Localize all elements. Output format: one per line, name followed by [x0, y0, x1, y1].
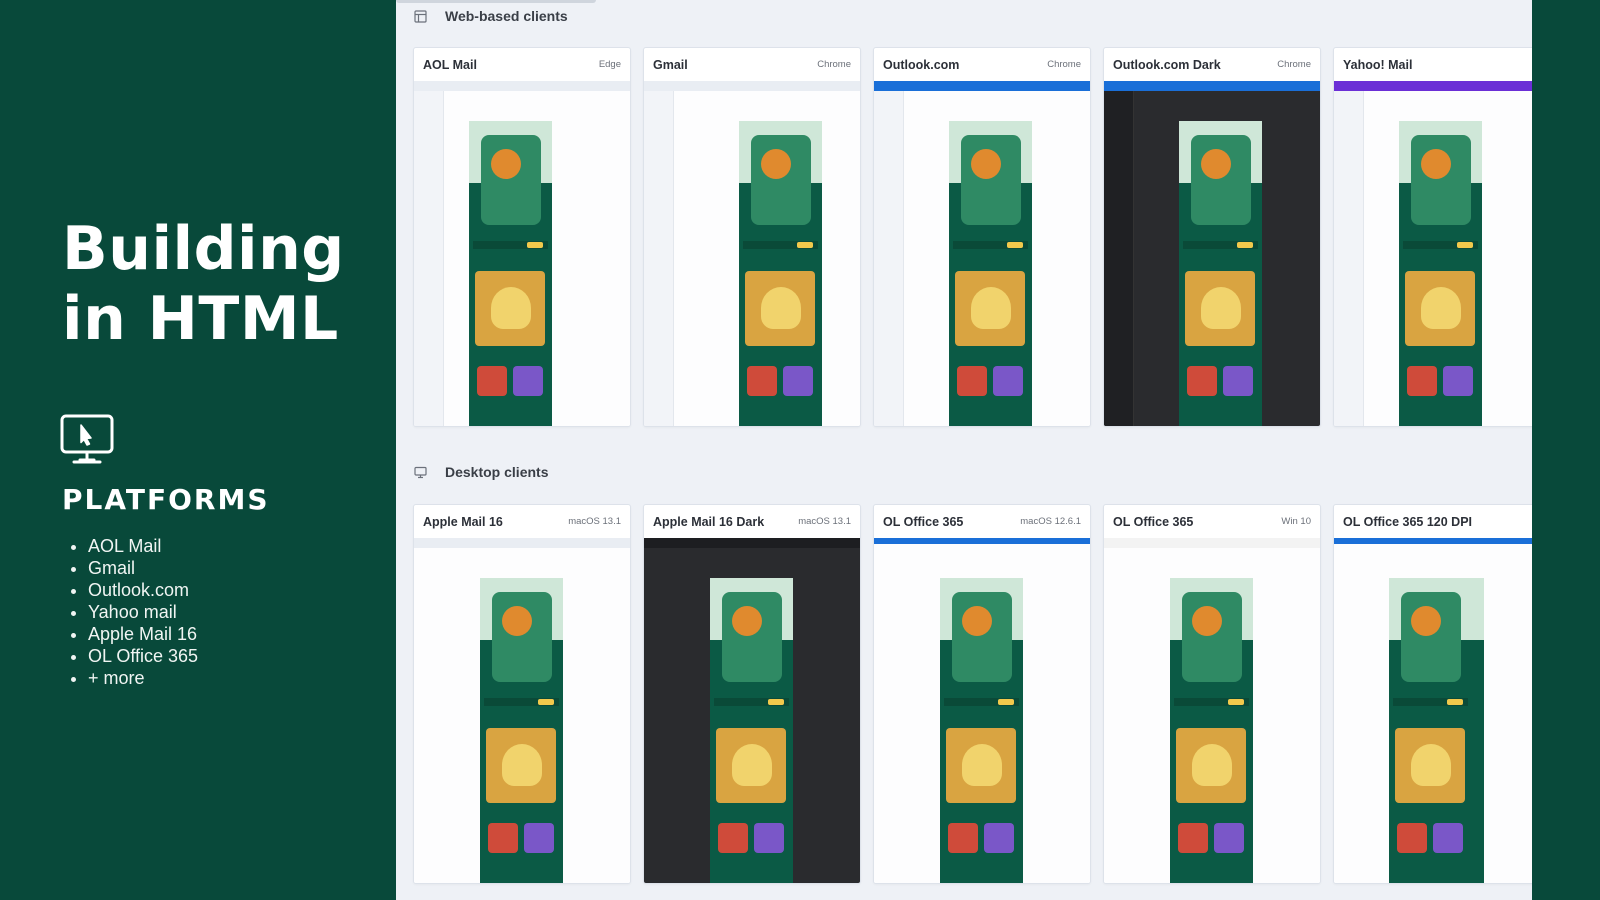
card-browser: Chrome [1277, 59, 1311, 70]
client-card-ol-office-365-mac[interactable]: OL Office 365 macOS 12.6.1 [873, 504, 1091, 884]
card-title: OL Office 365 [883, 514, 964, 529]
card-title: Apple Mail 16 Dark [653, 514, 765, 529]
browser-window-icon [414, 9, 427, 23]
card-os: macOS 12.6.1 [1020, 516, 1081, 527]
email-preview-screenshot [644, 81, 860, 426]
email-preview-screenshot [644, 538, 860, 883]
client-card-apple-mail-16[interactable]: Apple Mail 16 macOS 13.1 [413, 504, 631, 884]
card-title: Gmail [653, 57, 688, 72]
card-header: Apple Mail 16 Dark macOS 13.1 [644, 505, 860, 538]
card-header: Outlook.com Chrome [874, 48, 1090, 81]
section-title: Web-based clients [445, 8, 568, 24]
email-preview-screenshot [1334, 81, 1532, 426]
card-header: OL Office 365 Win 10 [1104, 505, 1320, 538]
card-header: Outlook.com Dark Chrome [1104, 48, 1320, 81]
client-card-gmail[interactable]: Gmail Chrome [643, 47, 861, 427]
card-title: OL Office 365 120 DPI [1343, 514, 1472, 529]
email-preview-screenshot [1104, 81, 1320, 426]
client-card-yahoo-mail[interactable]: Yahoo! Mail [1333, 47, 1532, 427]
platform-list: AOL Mail Gmail Outlook.com Yahoo mail Ap… [88, 535, 198, 689]
email-preview-screenshot [414, 538, 630, 883]
page-title: Building in HTML [62, 214, 345, 354]
platform-item: Gmail [88, 557, 198, 579]
page-title-line1: Building [62, 214, 345, 284]
platform-item: Yahoo mail [88, 601, 198, 623]
card-browser: Edge [598, 59, 621, 70]
left-panel: Building in HTML PLATFORMS AOL Mail Gmai… [0, 0, 396, 900]
monitor-cursor-icon [60, 414, 114, 464]
email-preview-screenshot [1334, 538, 1532, 883]
client-card-outlook-com[interactable]: Outlook.com Chrome [873, 47, 1091, 427]
client-card-outlook-com-dark[interactable]: Outlook.com Dark Chrome [1103, 47, 1321, 427]
page-title-line2: in HTML [62, 284, 339, 354]
card-header: OL Office 365 120 DPI [1334, 505, 1532, 538]
desktop-monitor-icon [414, 466, 427, 478]
card-browser: Chrome [817, 59, 851, 70]
platform-item: AOL Mail [88, 535, 198, 557]
card-title: Outlook.com [883, 57, 960, 72]
card-header: Yahoo! Mail [1334, 48, 1532, 81]
client-card-aol-mail[interactable]: AOL Mail Edge [413, 47, 631, 427]
card-title: Outlook.com Dark [1113, 57, 1221, 72]
platforms-heading: PLATFORMS [62, 483, 270, 516]
client-card-apple-mail-16-dark[interactable]: Apple Mail 16 Dark macOS 13.1 [643, 504, 861, 884]
email-preview-screenshot [414, 81, 630, 426]
card-browser: Chrome [1047, 59, 1081, 70]
section-web-label: Web-based clients [414, 6, 568, 26]
email-preview-screenshot [874, 81, 1090, 426]
client-card-ol-office-365-120dpi[interactable]: OL Office 365 120 DPI [1333, 504, 1532, 884]
platform-item: OL Office 365 [88, 645, 198, 667]
email-preview-screenshot [874, 538, 1090, 883]
card-title: Apple Mail 16 [423, 514, 503, 529]
card-header: Gmail Chrome [644, 48, 860, 81]
card-os: Win 10 [1281, 516, 1311, 527]
card-os: macOS 13.1 [798, 516, 851, 527]
card-header: AOL Mail Edge [414, 48, 630, 81]
card-header: OL Office 365 macOS 12.6.1 [874, 505, 1090, 538]
section-desktop-label: Desktop clients [414, 462, 548, 482]
card-title: Yahoo! Mail [1343, 57, 1413, 72]
card-header: Apple Mail 16 macOS 13.1 [414, 505, 630, 538]
right-edge-panel [1532, 0, 1600, 900]
section-title: Desktop clients [445, 464, 549, 480]
platform-item: + more [88, 667, 198, 689]
card-title: AOL Mail [423, 57, 477, 72]
client-card-ol-office-365-win[interactable]: OL Office 365 Win 10 [1103, 504, 1321, 884]
email-preview-screenshot [1104, 538, 1320, 883]
scroll-indicator [396, 0, 596, 3]
platform-item: Outlook.com [88, 579, 198, 601]
card-title: OL Office 365 [1113, 514, 1194, 529]
preview-canvas[interactable]: Web-based clients AOL Mail Edge Gmail Ch… [396, 0, 1532, 900]
card-os: macOS 13.1 [568, 516, 621, 527]
platform-item: Apple Mail 16 [88, 623, 198, 645]
